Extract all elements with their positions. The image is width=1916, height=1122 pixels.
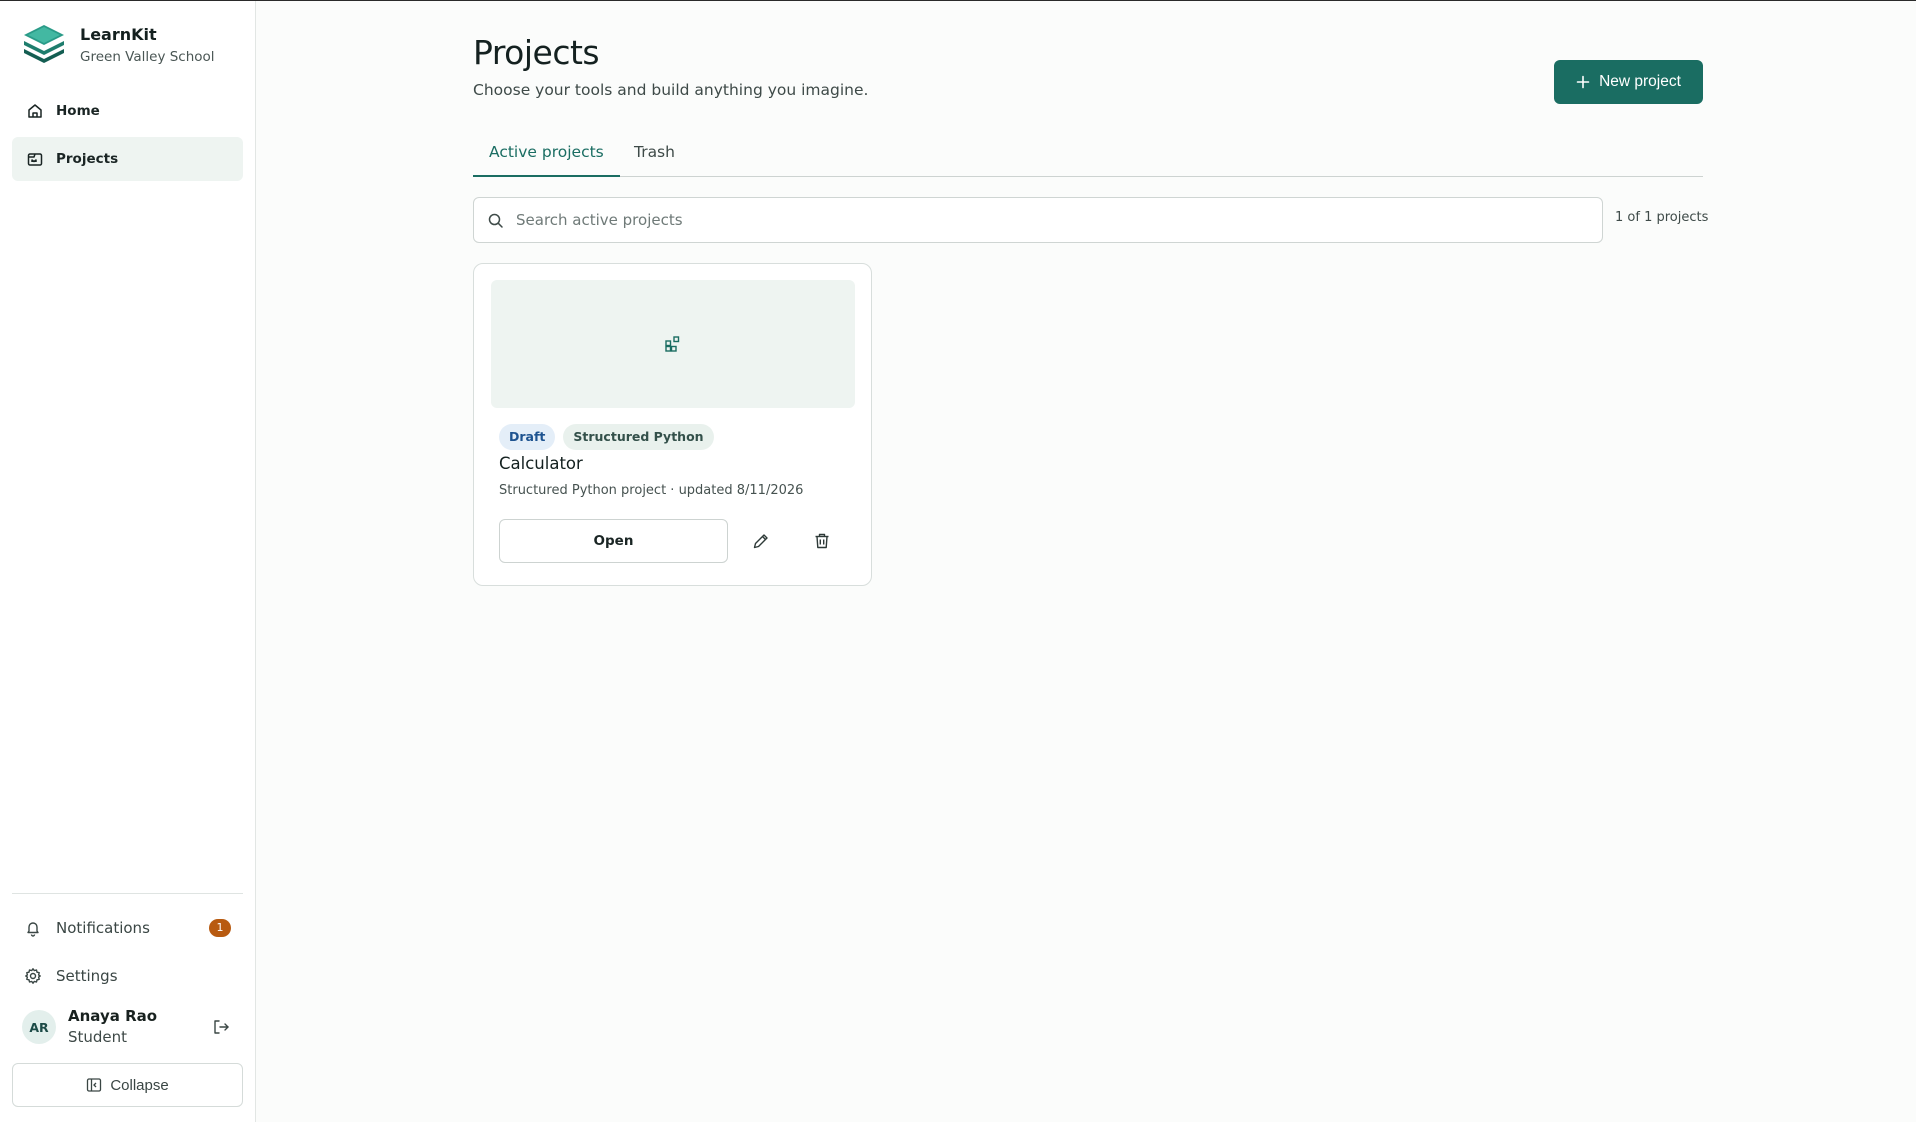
sidebar: LearnKit Green Valley School Home Projec… [0, 1, 256, 1122]
project-type-badge: Structured Python [563, 424, 714, 450]
project-meta: Structured Python project · updated 8/11… [499, 483, 804, 498]
pencil-icon[interactable] [750, 530, 772, 552]
logout-icon[interactable] [211, 1017, 231, 1037]
project-tags: Draft Structured Python [499, 424, 722, 450]
project-tabs: Active projects Trash [473, 135, 1703, 177]
status-badge: Draft [499, 424, 556, 450]
project-thumbnail[interactable] [491, 280, 855, 408]
project-title: Calculator [499, 454, 583, 473]
tab-active-projects[interactable]: Active projects [473, 135, 620, 177]
avatar[interactable]: AR [22, 1010, 56, 1044]
sidebar-item-notifications[interactable]: Notifications 1 [12, 908, 243, 948]
sidebar-item-projects[interactable]: Projects [12, 137, 243, 181]
notifications-label: Notifications [56, 919, 150, 937]
home-icon [26, 102, 44, 120]
user-role: Student [68, 1028, 128, 1046]
page-title: Projects [473, 33, 600, 72]
search-icon [487, 212, 504, 229]
settings-label: Settings [56, 967, 118, 985]
sidebar-item-settings[interactable]: Settings [12, 956, 243, 996]
search-input[interactable] [516, 211, 1576, 229]
open-project-button[interactable]: Open [499, 519, 728, 563]
sidebar-item-label: Home [56, 103, 100, 119]
sidebar-collapse-icon [86, 1077, 102, 1093]
user-profile: AR Anaya Rao Student [22, 1003, 243, 1051]
collapse-label: Collapse [110, 1076, 169, 1094]
new-project-label: New project [1599, 73, 1681, 90]
trash-icon[interactable] [811, 530, 833, 552]
brand[interactable]: LearnKit Green Valley School [22, 23, 215, 67]
collapse-button[interactable]: Collapse [12, 1063, 243, 1107]
sidebar-divider [12, 893, 243, 894]
brand-logo-icon [22, 23, 66, 65]
brand-name: LearnKit [80, 25, 157, 44]
sidebar-item-label: Projects [56, 151, 119, 167]
sidebar-item-home[interactable]: Home [12, 89, 243, 133]
notifications-count-badge: 1 [209, 919, 231, 937]
brand-school: Green Valley School [80, 49, 215, 65]
blocks-icon [664, 335, 682, 353]
gear-icon [24, 967, 42, 985]
new-project-button[interactable]: New project [1554, 60, 1703, 104]
bell-icon [24, 919, 42, 937]
sidebar-nav: Home Projects [12, 89, 243, 185]
tab-trash[interactable]: Trash [634, 135, 675, 177]
project-card: Draft Structured Python Calculator Struc… [473, 263, 872, 586]
plus-icon [1576, 75, 1590, 89]
result-count: 1 of 1 projects [1615, 210, 1709, 225]
user-name: Anaya Rao [68, 1007, 158, 1025]
page-subtitle: Choose your tools and build anything you… [473, 81, 869, 99]
search-bar [473, 197, 1603, 243]
projects-icon [26, 150, 44, 168]
